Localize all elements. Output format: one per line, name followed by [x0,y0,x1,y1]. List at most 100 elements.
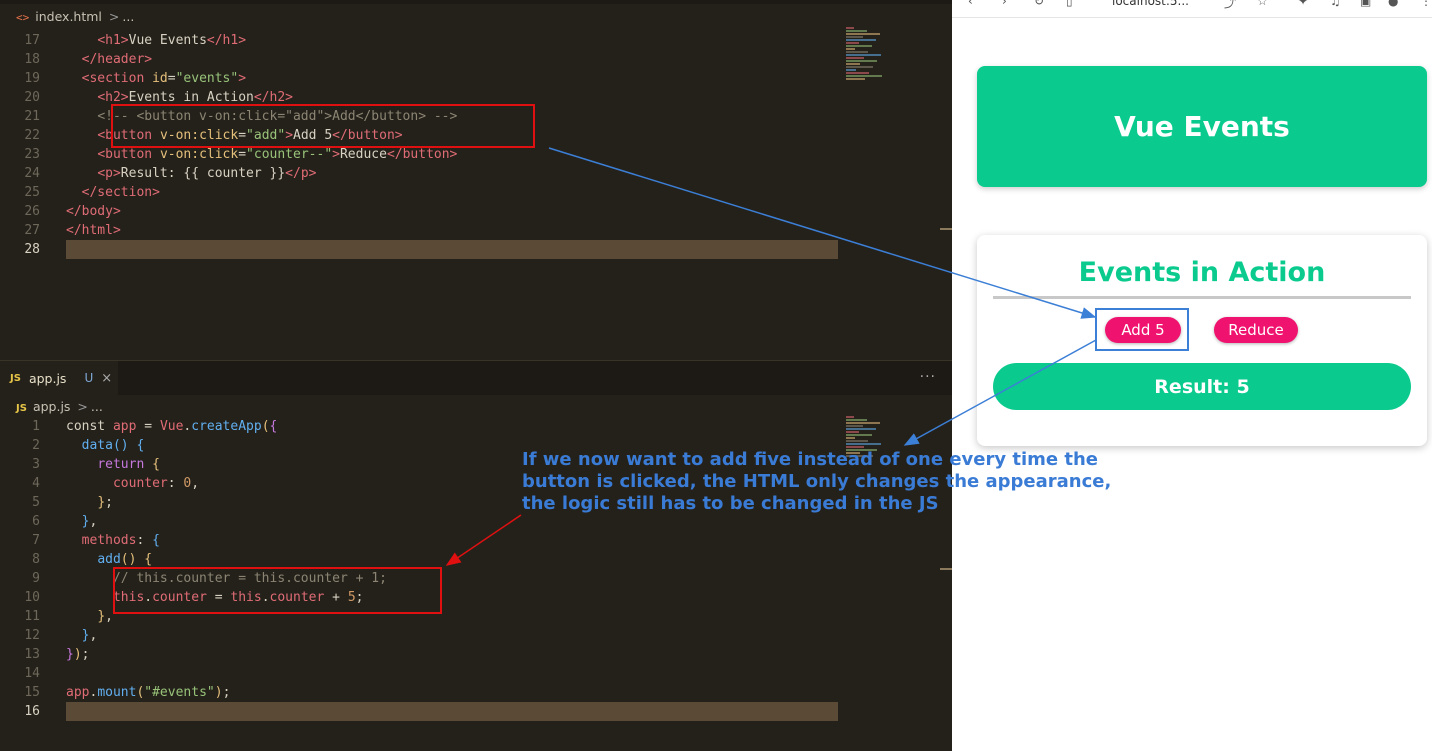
breadcrumb-file[interactable]: index.html [35,9,102,24]
minimap-line [846,72,869,74]
line-number: 1 [32,419,40,434]
events-section: Events in Action Add 5 Reduce Result: 5 [977,235,1427,446]
highlight-box-js-logic [113,567,442,614]
line-number: 13 [24,647,40,662]
minimap-line [846,437,855,439]
code-line[interactable]: 12 }, [0,626,952,645]
editor-pane-index-html[interactable]: <> index.html >... 17 <h1>Vue Events</h1>… [0,0,952,360]
code-text[interactable]: }); [66,645,89,664]
current-line-highlight [66,240,838,259]
code-text[interactable]: </header> [66,50,152,69]
share-icon[interactable]: ⤴ [1224,0,1236,11]
code-text[interactable]: const app = Vue.createApp({ [66,417,277,436]
line-number: 16 [24,704,40,719]
code-line[interactable]: 1 const app = Vue.createApp({ [0,417,952,436]
tab-app-js[interactable]: JS app.js U × [0,361,118,395]
code-line[interactable]: 28 [0,240,952,259]
scroll-indicator[interactable] [940,568,952,570]
code-line[interactable]: 19 <section id="events"> [0,69,952,88]
code-text[interactable]: </body> [66,202,121,221]
code-text[interactable]: app.mount("#events"); [66,683,230,702]
line-number: 9 [32,571,40,586]
tab-bar: JS app.js U × ··· [0,360,952,395]
current-line-highlight [66,702,838,721]
minimap-line [846,36,863,38]
browser-window: ‹ › ↻ ▯ localhost:5... ⤴ ☆ ✦ ♫ ▣ ● ⋮ Vue… [952,0,1432,751]
minimap-line [846,69,856,71]
minimap-line [846,42,859,44]
code-text[interactable]: }, [66,607,113,626]
breadcrumb-rest[interactable]: ... [91,399,103,414]
code-text[interactable]: }, [66,512,98,531]
code-line[interactable]: 27 </html> [0,221,952,240]
line-number: 18 [24,52,40,67]
code-text[interactable]: <p>Result: {{ counter }}</p> [66,164,316,183]
minimap-line [846,51,868,53]
line-number: 8 [32,552,40,567]
line-number: 24 [24,166,40,181]
code-text[interactable]: }; [66,493,113,512]
page-icon[interactable]: ▯ [1066,0,1073,8]
code-text[interactable]: counter: 0, [66,474,199,493]
bookmark-star-icon[interactable]: ☆ [1257,0,1268,8]
breadcrumb[interactable]: JS app.js >... [16,399,103,414]
code-line[interactable]: 26 </body> [0,202,952,221]
close-icon[interactable]: × [101,371,112,386]
breadcrumb[interactable]: <> index.html >... [16,9,134,24]
breadcrumb-file[interactable]: app.js [33,399,71,414]
code-line[interactable]: 24 <p>Result: {{ counter }}</p> [0,164,952,183]
code-text[interactable]: </html> [66,221,121,240]
code-line[interactable]: 7 methods: { [0,531,952,550]
address-bar[interactable]: localhost:5... [1112,0,1189,8]
code-line[interactable]: 16 [0,702,952,721]
code-text[interactable]: return { [66,455,160,474]
highlight-box-add-button [1095,308,1189,351]
breadcrumb-rest[interactable]: ... [122,9,134,24]
minimap-line [846,45,872,47]
line-number: 5 [32,495,40,510]
code-text[interactable]: <h1>Vue Events</h1> [66,31,246,50]
minimap-line [846,434,872,436]
scroll-indicator[interactable] [940,228,952,230]
minimap-line [846,446,864,448]
code-line[interactable]: 15 app.mount("#events"); [0,683,952,702]
window-icon[interactable]: ▣ [1360,0,1371,8]
minimap-line [846,78,865,80]
menu-icon[interactable]: ⋮ [1420,0,1432,8]
code-text[interactable]: </section> [66,183,160,202]
profile-avatar[interactable]: ● [1388,0,1398,8]
minimap-line [846,30,867,32]
code-text[interactable]: data() { [66,436,145,455]
line-number: 20 [24,90,40,105]
forward-icon[interactable]: › [1002,0,1007,8]
code-text[interactable]: }, [66,626,98,645]
editor-pane-app-js[interactable]: JS app.js U × ··· JS app.js >... 1 const a… [0,360,952,751]
line-number: 28 [24,242,40,257]
minimap-line [846,66,873,68]
code-text[interactable]: <section id="events"> [66,69,246,88]
minimap[interactable] [846,27,886,81]
code-line[interactable]: 14 [0,664,952,683]
code-line[interactable]: 17 <h1>Vue Events</h1> [0,31,952,50]
minimap-line [846,33,880,35]
minimap-line [846,443,881,445]
minimap-line [846,27,854,29]
code-line[interactable]: 13}); [0,645,952,664]
html-file-icon: <> [16,11,30,24]
back-icon[interactable]: ‹ [968,0,973,8]
code-line[interactable]: 18 </header> [0,50,952,69]
code-text[interactable]: methods: { [66,531,160,550]
breadcrumb-separator: > [77,399,88,414]
page-title: Vue Events [1114,110,1290,143]
extensions-icon[interactable]: ✦ [1298,0,1308,8]
untracked-badge: U [84,371,94,385]
result-display: Result: 5 [993,363,1411,410]
section-title: Events in Action [1078,257,1326,288]
line-number: 21 [24,109,40,124]
reload-icon[interactable]: ↻ [1034,0,1044,8]
minimap-line [846,54,881,56]
media-icon[interactable]: ♫ [1330,0,1341,8]
code-line[interactable]: 25 </section> [0,183,952,202]
reduce-button[interactable]: Reduce [1214,317,1298,343]
more-actions-icon[interactable]: ··· [920,369,936,385]
